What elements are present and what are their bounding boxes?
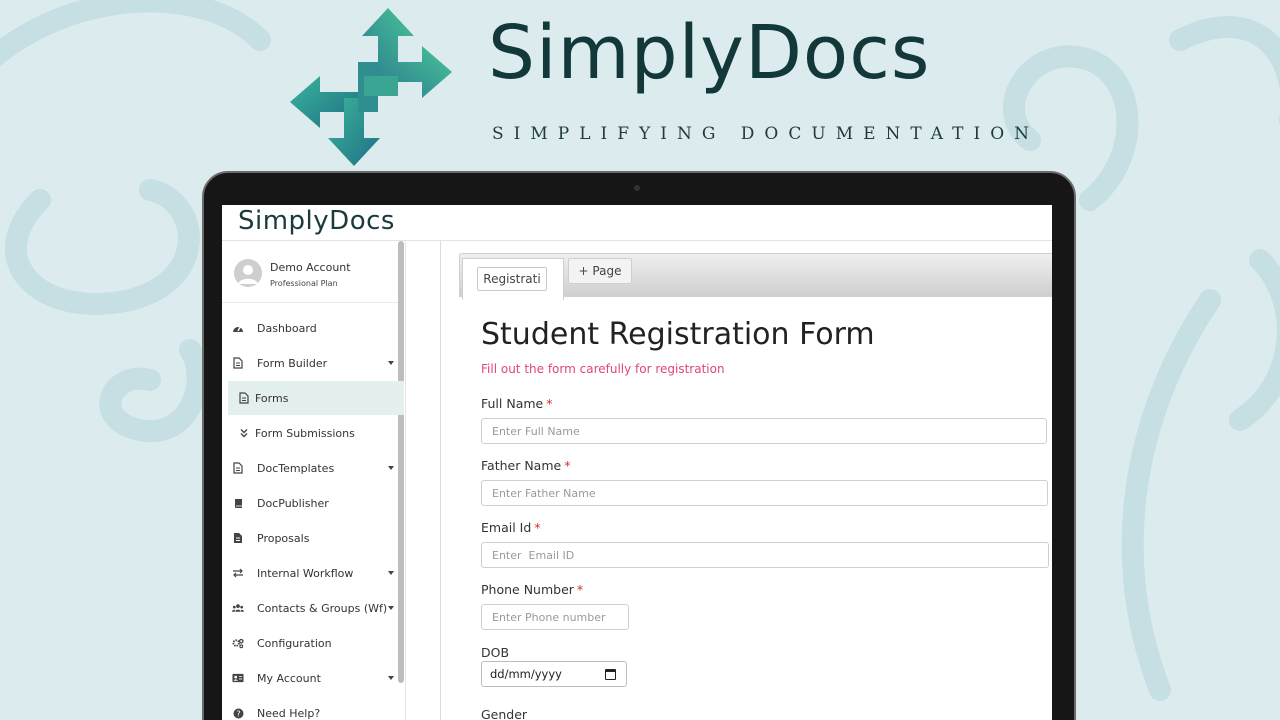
sidebar-item-contacts-groups[interactable]: Contacts & Groups (Wf) bbox=[222, 591, 398, 625]
sidebar-item-dashboard[interactable]: Dashboard bbox=[222, 311, 398, 345]
required-mark: * bbox=[534, 520, 541, 535]
sidebar-item-label: Dashboard bbox=[257, 321, 317, 335]
app-header: SimplyDocs bbox=[222, 205, 1052, 241]
cogs-icon bbox=[232, 637, 244, 649]
form-subtitle: Fill out the form carefully for registra… bbox=[481, 362, 725, 376]
dob-value: dd/mm/yyyy bbox=[490, 667, 562, 681]
required-mark: * bbox=[564, 458, 571, 473]
double-chevron-down-icon bbox=[238, 427, 250, 439]
form-title: Student Registration Form bbox=[481, 317, 875, 352]
sidebar-item-label: Contacts & Groups (Wf) bbox=[257, 601, 388, 615]
required-mark: * bbox=[576, 582, 584, 597]
caret-down-icon bbox=[388, 606, 394, 610]
sidebar-item-label: My Account bbox=[257, 671, 321, 685]
brand-name: SimplyDocs bbox=[488, 10, 931, 96]
required-mark: * bbox=[546, 396, 553, 411]
account-name: Demo Account bbox=[270, 261, 351, 274]
tab-registration[interactable]: Registrati bbox=[462, 258, 564, 300]
caret-down-icon bbox=[388, 361, 394, 365]
sidebar-item-form-builder[interactable]: Form Builder bbox=[222, 346, 398, 380]
calendar-icon[interactable] bbox=[605, 669, 616, 680]
gender-label: Gender bbox=[481, 707, 528, 720]
sidebar-item-label: Proposals bbox=[257, 531, 310, 545]
account-panel[interactable]: Demo Account Professional Plan bbox=[222, 241, 398, 303]
book-icon bbox=[232, 497, 244, 509]
file-icon bbox=[238, 392, 250, 404]
add-page-button[interactable]: + Page bbox=[568, 258, 632, 284]
exchange-icon bbox=[232, 567, 244, 579]
sidebar-item-configuration[interactable]: Configuration bbox=[222, 626, 398, 660]
sidebar-item-forms[interactable]: Forms bbox=[228, 381, 404, 415]
sidebar-item-internal-workflow[interactable]: Internal Workflow bbox=[222, 556, 398, 590]
sidebar-item-my-account[interactable]: My Account bbox=[222, 661, 398, 695]
document-icon bbox=[232, 532, 244, 544]
main-content: Registrati + Page Student Registration F… bbox=[440, 241, 1052, 720]
sidebar-item-need-help[interactable]: ? Need Help? bbox=[222, 696, 398, 720]
camera-dot bbox=[634, 185, 640, 191]
email-input[interactable] bbox=[481, 542, 1049, 568]
sidebar: Demo Account Professional Plan Dashboard… bbox=[222, 241, 406, 720]
full-name-input[interactable] bbox=[481, 418, 1047, 444]
tab-registration-label[interactable]: Registrati bbox=[477, 267, 547, 291]
father-name-label: Father Name * bbox=[481, 458, 571, 473]
dashboard-icon bbox=[232, 322, 244, 334]
page-tabbar: Registrati + Page bbox=[459, 253, 1052, 300]
sidebar-scrollbar[interactable] bbox=[398, 241, 404, 683]
sidebar-item-label: Internal Workflow bbox=[257, 566, 354, 580]
sidebar-item-label: Forms bbox=[255, 391, 289, 405]
sidebar-item-label: Need Help? bbox=[257, 706, 321, 720]
sidebar-item-label: Form Builder bbox=[257, 356, 328, 370]
sidebar-item-doctemplates[interactable]: DocTemplates bbox=[222, 451, 398, 485]
caret-down-icon bbox=[388, 676, 394, 680]
file-icon bbox=[232, 357, 244, 369]
sidebar-item-form-submissions[interactable]: Form Submissions bbox=[222, 416, 398, 450]
dob-label: DOB bbox=[481, 645, 510, 660]
sidebar-item-label: Form Submissions bbox=[255, 426, 355, 440]
father-name-input[interactable] bbox=[481, 480, 1048, 506]
brand-tagline: SIMPLIFYING DOCUMENTATION bbox=[492, 124, 1040, 144]
app-screen: SimplyDocs Demo Account Professional Pla… bbox=[222, 205, 1052, 720]
caret-down-icon bbox=[388, 466, 394, 470]
users-icon bbox=[232, 602, 244, 614]
sidebar-item-docpublisher[interactable]: DocPublisher bbox=[222, 486, 398, 520]
sidebar-item-label: DocPublisher bbox=[257, 496, 329, 510]
user-avatar-icon bbox=[234, 259, 262, 287]
file-icon bbox=[232, 462, 244, 474]
sidebar-item-label: DocTemplates bbox=[257, 461, 335, 475]
full-name-label: Full Name * bbox=[481, 396, 553, 411]
account-plan: Professional Plan bbox=[270, 279, 338, 288]
svg-text:?: ? bbox=[236, 709, 240, 718]
phone-number-label: Phone Number * bbox=[481, 582, 584, 597]
avatar[interactable] bbox=[234, 259, 262, 287]
question-icon: ? bbox=[232, 707, 244, 719]
caret-down-icon bbox=[388, 571, 394, 575]
phone-number-input[interactable] bbox=[481, 604, 629, 630]
simplydocs-arrows-logo bbox=[290, 8, 452, 166]
sidebar-item-label: Configuration bbox=[257, 636, 332, 650]
sidebar-item-proposals[interactable]: Proposals bbox=[222, 521, 398, 555]
id-card-icon bbox=[232, 672, 244, 684]
app-logo[interactable]: SimplyDocs bbox=[238, 206, 395, 236]
email-label: Email Id * bbox=[481, 520, 541, 535]
dob-date-input[interactable]: dd/mm/yyyy bbox=[481, 661, 627, 687]
